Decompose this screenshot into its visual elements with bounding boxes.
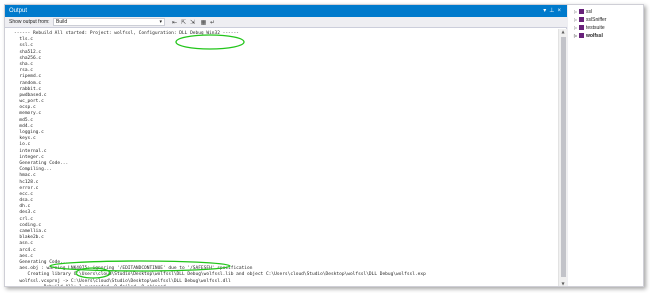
output-text[interactable]: ------ Rebuild All started: Project: wol… <box>5 29 558 286</box>
scrollbar-thumb[interactable] <box>561 37 566 277</box>
solution-explorer: ▷ ssl ▷ sslSniffer ▷ testsuite ▷ wolfssl <box>568 5 643 286</box>
project-icon <box>579 32 584 38</box>
output-source-select[interactable]: Build ▾ <box>53 18 165 26</box>
output-source-value: Build <box>56 19 68 25</box>
output-pane: Output ▾⊥× Show output from: Build ▾ ⇤ ⇱… <box>5 5 567 286</box>
output-toolbar: Show output from: Build ▾ ⇤ ⇱ ⇲ ▦ ↵ <box>5 17 567 28</box>
next-message-icon[interactable]: ⇲ <box>189 19 196 26</box>
solution-tree-label: ssl <box>586 9 593 15</box>
word-wrap-icon[interactable]: ↵ <box>209 19 216 26</box>
vertical-scrollbar[interactable]: ▲ ▼ <box>558 29 567 286</box>
solution-tree-item[interactable]: ▷ ssl <box>574 8 592 15</box>
scroll-up-icon[interactable]: ▲ <box>559 29 567 36</box>
prev-message-icon[interactable]: ⇱ <box>180 19 187 26</box>
solution-tree-label: testsuite <box>586 25 605 31</box>
solution-tree-label: sslSniffer <box>586 17 607 23</box>
screenshot-frame: Output ▾⊥× Show output from: Build ▾ ⇤ ⇱… <box>4 4 644 287</box>
close-icon[interactable]: × <box>557 8 564 14</box>
project-icon <box>579 24 584 30</box>
project-icon <box>579 8 584 14</box>
show-output-label: Show output from: <box>9 19 50 25</box>
output-line: ========== Rebuild All: 1 succeeded, 0 f… <box>14 285 558 286</box>
solution-tree-label: wolfssl <box>586 33 603 39</box>
solution-tree-item[interactable]: ▷ wolfssl <box>574 32 603 39</box>
scroll-down-icon[interactable]: ▼ <box>559 281 567 286</box>
solution-tree-item[interactable]: ▷ sslSniffer <box>574 16 606 23</box>
find-message-icon[interactable]: ⇤ <box>171 19 178 26</box>
project-icon <box>579 16 584 22</box>
output-titlebar[interactable]: Output ▾⊥× <box>5 5 567 17</box>
solution-tree-item[interactable]: ▷ testsuite <box>574 24 605 31</box>
pane-controls[interactable]: ▾⊥× <box>543 5 564 17</box>
output-title: Output <box>9 8 28 14</box>
clear-all-icon[interactable]: ▦ <box>200 19 207 26</box>
chevron-down-icon: ▾ <box>159 19 162 25</box>
